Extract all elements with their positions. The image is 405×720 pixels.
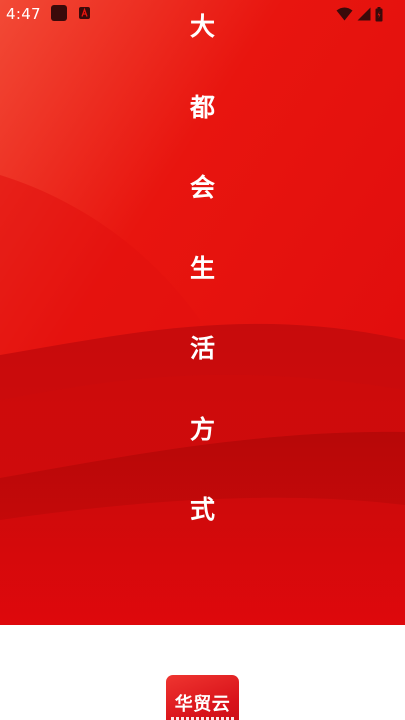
slogan-char: 会: [189, 173, 215, 202]
app-notification-icon: [51, 5, 67, 21]
status-time: 4:47: [6, 5, 41, 23]
splash-screen: 4:47 大 都 会 生 活 方 式 华贸云: [0, 0, 405, 720]
slogan-char: 都: [189, 93, 215, 122]
logo-text: 华贸云: [174, 694, 231, 715]
status-bar: 4:47: [0, 0, 405, 28]
signal-icon: [357, 7, 371, 21]
slogan-char: 生: [189, 254, 215, 283]
wifi-icon: [336, 7, 353, 21]
app-logo: 华贸云: [166, 675, 239, 720]
slogan-char: 式: [189, 495, 215, 524]
slogan-char: 活: [189, 334, 215, 363]
slogan-char: 方: [189, 415, 215, 444]
system-icons: [336, 5, 383, 23]
battery-icon: [375, 6, 383, 22]
a-badge-icon: [79, 7, 90, 19]
